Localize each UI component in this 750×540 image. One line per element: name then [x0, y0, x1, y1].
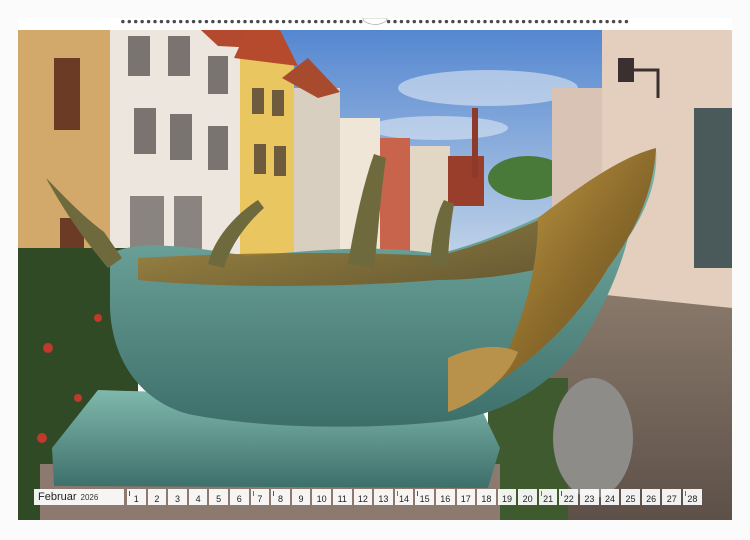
street-lamp-icon [618, 58, 634, 82]
window [174, 196, 202, 250]
day-cell: 22 [559, 489, 579, 505]
building-red [380, 138, 410, 253]
day-cell: 7 [250, 489, 270, 505]
day-cell: 17 [456, 489, 476, 505]
day-cell: 12 [353, 489, 373, 505]
day-cell: 4 [188, 489, 208, 505]
window [272, 90, 284, 116]
day-cell: 14 [394, 489, 414, 505]
day-cell: 26 [641, 489, 661, 505]
calendar-page: Februar 2026 1 2 3 4 5 6 7 8 9 10 11 12 13 14 15 16 17 18… [0, 0, 750, 540]
building-grey [294, 88, 340, 258]
day-cell: 8 [271, 489, 290, 505]
stone-bollard [553, 378, 633, 498]
flower [94, 314, 102, 322]
flower [74, 394, 82, 402]
window [274, 146, 286, 176]
window [694, 108, 732, 268]
window [208, 126, 228, 170]
day-cell: 21 [538, 489, 558, 505]
day-cell: 9 [291, 489, 311, 505]
day-cell: 3 [168, 489, 187, 505]
calendar-photo [18, 18, 732, 520]
day-cells: 1 2 3 4 5 6 7 8 9 10 11 12 13 14 15 16 17 18 19 20 21 22 23 24 2… [127, 489, 702, 505]
window [134, 108, 156, 154]
day-cell: 2 [147, 489, 167, 505]
window [208, 56, 228, 94]
day-cell: 20 [518, 489, 537, 505]
year-label: 2026 [80, 492, 99, 502]
day-cell: 10 [312, 489, 331, 505]
window [130, 196, 164, 250]
day-cell: 13 [374, 489, 393, 505]
hanger-notch-icon [362, 18, 388, 25]
flower [37, 433, 47, 443]
window [254, 144, 266, 174]
month-calendar-strip: Februar 2026 1 2 3 4 5 6 7 8 9 10 11 12 13 14 15 16 17 18… [34, 488, 716, 506]
day-cell: 25 [621, 489, 640, 505]
month-name: Februar [38, 491, 77, 503]
photo-scene [18, 18, 732, 520]
window [252, 88, 264, 114]
window [128, 36, 150, 76]
flower [43, 343, 53, 353]
month-label-box: Februar 2026 [34, 489, 124, 505]
cloud [398, 70, 578, 106]
spiral-binding-icon [121, 18, 629, 25]
cloud [368, 116, 508, 140]
building-brick [448, 156, 484, 206]
day-cell: 5 [209, 489, 228, 505]
window [170, 114, 192, 160]
day-cell: 11 [332, 489, 352, 505]
day-cell: 16 [435, 489, 455, 505]
day-cell: 18 [477, 489, 496, 505]
day-cell: 23 [580, 489, 599, 505]
day-cell: 19 [497, 489, 517, 505]
day-cell: 24 [600, 489, 620, 505]
day-cell: 28 [683, 489, 702, 505]
day-cell: 15 [415, 489, 434, 505]
day-cell: 1 [127, 489, 146, 505]
chimney [472, 108, 478, 178]
window [54, 58, 80, 130]
day-cell: 27 [662, 489, 682, 505]
day-cell: 6 [229, 489, 249, 505]
window [168, 36, 190, 76]
